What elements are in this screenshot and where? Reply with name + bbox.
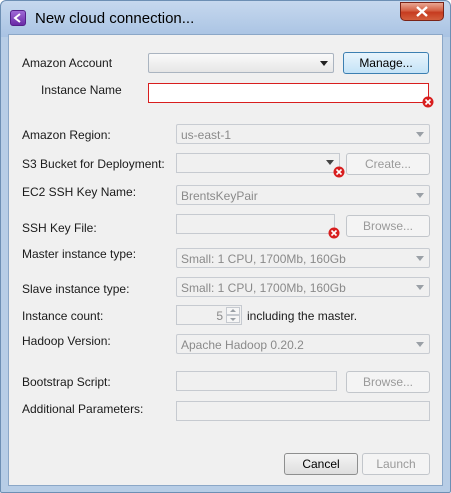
bootstrap-script-input[interactable] <box>176 371 337 391</box>
amazon-account-select[interactable] <box>148 53 334 73</box>
master-type-label: Master instance type: <box>22 247 137 261</box>
ec2-key-label: EC2 SSH Key Name: <box>22 185 137 199</box>
dropdown-arrow-icon <box>416 342 424 347</box>
s3-bucket-label: S3 Bucket for Deployment: <box>22 157 165 171</box>
instance-count-spinner[interactable]: 5 <box>176 305 242 325</box>
hadoop-version-select[interactable]: Apache Hadoop 0.20.2 <box>176 334 430 354</box>
manage-button[interactable]: Manage... <box>343 52 429 74</box>
spinner-down-icon[interactable] <box>226 315 240 323</box>
close-icon <box>416 6 428 17</box>
app-logo-icon <box>10 10 26 26</box>
create-bucket-button[interactable]: Create... <box>346 153 430 175</box>
launch-button[interactable]: Launch <box>362 453 430 475</box>
master-type-select[interactable]: Small: 1 CPU, 1700Mb, 160Gb <box>176 248 430 268</box>
ec2-key-select[interactable]: BrentsKeyPair <box>176 185 430 205</box>
dropdown-arrow-icon <box>320 61 328 66</box>
dropdown-arrow-icon <box>326 160 334 165</box>
bootstrap-script-label: Bootstrap Script: <box>22 375 111 389</box>
instance-name-input[interactable] <box>148 83 434 108</box>
amazon-account-label: Amazon Account <box>22 56 113 70</box>
dialog-window: New cloud connection... Amazon Account M… <box>0 0 451 493</box>
including-master-label: including the master. <box>247 309 358 323</box>
browse-script-button[interactable]: Browse... <box>346 371 430 393</box>
ssh-key-file-label: SSH Key File: <box>22 221 97 235</box>
hadoop-version-label: Hadoop Version: <box>22 334 111 348</box>
additional-params-label: Additional Parameters: <box>22 402 144 416</box>
title-bar[interactable]: New cloud connection... <box>1 1 450 35</box>
amazon-region-select[interactable]: us-east-1 <box>176 124 430 144</box>
amazon-region-label: Amazon Region: <box>22 128 111 142</box>
window-title: New cloud connection... <box>35 10 195 27</box>
error-icon <box>328 227 340 239</box>
error-icon <box>422 96 434 108</box>
ssh-key-file-input[interactable] <box>176 214 340 239</box>
spinner-up-icon[interactable] <box>226 307 240 315</box>
dropdown-arrow-icon <box>416 132 424 137</box>
additional-params-input[interactable] <box>176 401 430 421</box>
browse-key-button[interactable]: Browse... <box>346 215 430 237</box>
dropdown-arrow-icon <box>416 193 424 198</box>
dialog-content: Amazon Account Manage... Instance Name A… <box>8 34 443 486</box>
dropdown-arrow-icon <box>416 256 424 261</box>
close-button[interactable] <box>400 2 444 21</box>
instance-name-label: Instance Name <box>41 83 122 97</box>
slave-type-select[interactable]: Small: 1 CPU, 1700Mb, 160Gb <box>176 277 430 297</box>
error-icon <box>333 166 345 178</box>
instance-count-label: Instance count: <box>22 309 104 323</box>
s3-bucket-select[interactable] <box>176 153 345 178</box>
cancel-button[interactable]: Cancel <box>284 453 358 475</box>
dropdown-arrow-icon <box>416 285 424 290</box>
slave-type-label: Slave instance type: <box>22 282 130 296</box>
